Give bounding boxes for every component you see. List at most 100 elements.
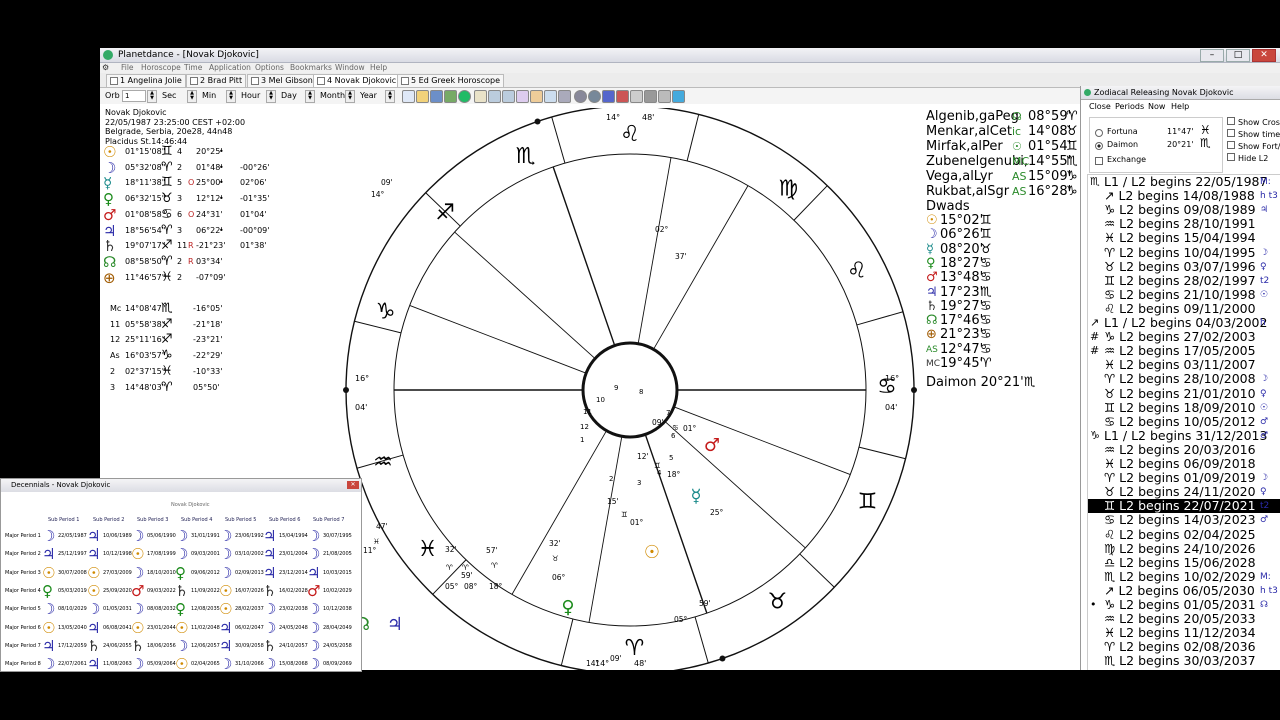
day-spinner[interactable]: ▲ ▼ bbox=[305, 90, 315, 103]
save-icon[interactable] bbox=[430, 90, 443, 103]
month-spinner[interactable]: ▲ ▼ bbox=[345, 90, 355, 103]
tab-novak-djokovic[interactable]: 4 Novak Djokovic bbox=[313, 74, 401, 87]
planet-row[interactable]: ☉ 01°15'08" ♊ 4 20°25' • bbox=[100, 143, 360, 161]
menu-horoscope[interactable]: Horoscope bbox=[141, 63, 181, 73]
menu-help[interactable]: Help bbox=[370, 63, 387, 73]
decennial-row[interactable]: Major Period 2 ♃ 25/12/1997 ♃ 10/12/1998 ☉ 17/… bbox=[1, 545, 361, 564]
zr-period-row[interactable]: ♉ L2 begins 03/07/1996 ♀ bbox=[1088, 259, 1280, 274]
zr-period-row[interactable]: ♑ L1 / L2 begins 31/12/2013 ♂ bbox=[1088, 428, 1280, 443]
zr-menu-now[interactable]: Now bbox=[1148, 101, 1165, 112]
maximize-button[interactable]: □ bbox=[1226, 49, 1250, 62]
hide-l2-checkbox[interactable] bbox=[1227, 153, 1235, 161]
menu-file[interactable]: File bbox=[121, 63, 134, 73]
angle-row[interactable]: 3 14°48'03" ♈ 05°50' bbox=[100, 380, 360, 396]
angle-row[interactable]: As 16°03'57" ♑ -22°29' bbox=[100, 348, 360, 364]
decennials-close-button[interactable]: ✕ bbox=[347, 481, 359, 489]
new-icon[interactable] bbox=[402, 90, 415, 103]
chart-icon[interactable] bbox=[530, 90, 543, 103]
menu-options[interactable]: Options bbox=[255, 63, 284, 73]
zr-period-row[interactable]: ♋ L2 begins 14/03/2023 ♂ bbox=[1088, 513, 1280, 527]
menu-application[interactable]: Application bbox=[209, 63, 251, 73]
settings-icon[interactable] bbox=[574, 90, 587, 103]
list-icon[interactable] bbox=[502, 90, 515, 103]
decennial-row[interactable]: Major Period 3 ☉ 30/07/2008 ☉ 27/03/2009 ☽ 18/… bbox=[1, 564, 361, 583]
zr-period-row[interactable]: ↗ L2 begins 14/08/1988 h t3 bbox=[1088, 189, 1280, 203]
decennial-row[interactable]: Major Period 7 ♃ 17/12/2059 ♄ 24/06/2055 ♄ 18/… bbox=[1, 637, 361, 656]
minimize-button[interactable]: – bbox=[1200, 49, 1224, 62]
zr-period-row[interactable]: ♊ L2 begins 18/09/2010 ☉ bbox=[1088, 400, 1280, 415]
zr-period-row[interactable]: ♈ L2 begins 10/04/1995 ☽ bbox=[1088, 245, 1280, 260]
menu-bookmarks[interactable]: Bookmarks bbox=[290, 63, 332, 73]
zr-period-row[interactable]: ♊ L2 begins 22/07/2021 t2 bbox=[1088, 499, 1280, 514]
menu-time[interactable]: Time bbox=[184, 63, 202, 73]
zr-period-row[interactable]: ♊ L2 begins 28/02/1997 t2 bbox=[1088, 273, 1280, 288]
zr-period-row[interactable]: ♓ L2 begins 03/11/2007 bbox=[1088, 358, 1280, 372]
zr-period-row[interactable]: ♉ L2 begins 21/01/2010 ♀ bbox=[1088, 386, 1280, 401]
table-icon[interactable] bbox=[488, 90, 501, 103]
min-spinner[interactable]: ▲ ▼ bbox=[226, 90, 236, 103]
copy-icon[interactable] bbox=[444, 90, 457, 103]
grid-icon[interactable] bbox=[516, 90, 529, 103]
show-cross-checkbox[interactable] bbox=[1227, 117, 1235, 125]
year-spinner[interactable]: ▲ ▼ bbox=[385, 90, 395, 103]
zr-period-list[interactable]: ♏ L1 / L2 begins 22/05/1987 M: ↗ L2 begins … bbox=[1087, 174, 1280, 670]
mdi-icon[interactable]: ⚙ bbox=[102, 63, 109, 73]
horoscope-wheel[interactable]: ♌♍♌♋♊♉♈♓♒♑♐♏14° 48'14° 48'16°04'16°04'9 810… bbox=[340, 108, 920, 670]
hour-spinner[interactable]: ▲ ▼ bbox=[266, 90, 276, 103]
wheel-planet-icon[interactable]: ☿ bbox=[690, 486, 701, 507]
zr-menu-periods[interactable]: Periods bbox=[1115, 101, 1144, 112]
close-button[interactable]: ✕ bbox=[1252, 49, 1276, 62]
angle-row[interactable]: 12 25°11'16" ♐ -23°21' bbox=[100, 332, 360, 348]
wheel-planet-icon[interactable]: ☉ bbox=[644, 542, 660, 563]
zr-period-row[interactable]: ♑ L2 begins 09/08/1989 ♃ bbox=[1088, 203, 1280, 217]
printer-icon[interactable] bbox=[644, 90, 657, 103]
zr-period-row[interactable]: ♒ L2 begins 28/10/1991 bbox=[1088, 217, 1280, 231]
tab-mel-gibson[interactable]: 3 Mel Gibson bbox=[247, 74, 317, 87]
planet-row[interactable]: ♀ 06°32'15" ♉ 3 12°12' • -01°35' bbox=[100, 190, 360, 208]
planet-row[interactable]: ♂ 01°08'58" ♋ 6 O 24°31' 01°04' bbox=[100, 206, 360, 224]
zr-period-row[interactable]: ♌ L2 begins 02/04/2025 bbox=[1088, 527, 1280, 542]
zr-period-row[interactable]: ♒ L2 begins 20/03/2016 bbox=[1088, 442, 1280, 457]
zr-period-row[interactable]: # ♑ L2 begins 27/02/2003 bbox=[1088, 330, 1280, 344]
angle-row[interactable]: Mc 14°08'47" ♏ -16°05' bbox=[100, 301, 360, 317]
decennial-row[interactable]: Major Period 5 ☽ 08/10/2029 ☽ 01/05/2031 ☽ 08/… bbox=[1, 600, 361, 619]
zr-period-row[interactable]: ♉ L2 begins 24/11/2020 ♀ bbox=[1088, 485, 1280, 499]
sec-spinner[interactable]: ▲ ▼ bbox=[187, 90, 197, 103]
wheel-planet-icon[interactable]: ♀ bbox=[561, 597, 574, 618]
help-icon[interactable] bbox=[672, 90, 685, 103]
planets-icon[interactable] bbox=[616, 90, 629, 103]
zr-period-row[interactable]: ♈ L2 begins 28/10/2008 ☽ bbox=[1088, 372, 1280, 386]
report-icon[interactable] bbox=[544, 90, 557, 103]
zr-period-row[interactable]: ♈ L2 begins 01/09/2019 ☽ bbox=[1088, 471, 1280, 485]
wheel-planet-icon[interactable]: ♂ bbox=[704, 435, 720, 456]
zr-period-row[interactable]: # ♒ L2 begins 17/05/2005 bbox=[1088, 344, 1280, 358]
options-icon[interactable] bbox=[588, 90, 601, 103]
exchange-checkbox[interactable] bbox=[1095, 157, 1103, 165]
zr-period-row[interactable]: • ♑ L2 begins 01/05/2031 ☊ bbox=[1088, 598, 1280, 612]
zr-period-row[interactable]: ♓ L2 begins 11/12/2034 bbox=[1088, 626, 1280, 640]
orb-spinner[interactable]: ▲ ▼ bbox=[147, 90, 157, 103]
angle-row[interactable]: 11 05°58'38" ♐ -21°18' bbox=[100, 317, 360, 333]
tab-brad-pitt[interactable]: 2 Brad Pitt bbox=[186, 74, 247, 87]
planet-row[interactable]: ☽ 05°32'08" ♈ 2 01°48' • -00°26' bbox=[100, 159, 360, 177]
tab-ed-greek-horoscope[interactable]: 5 Ed Greek Horoscope bbox=[397, 74, 505, 87]
zr-period-row[interactable]: ♒ L2 begins 20/05/2033 bbox=[1088, 612, 1280, 626]
planet-row[interactable]: ☊ 08°58'50" ♈ 2 R 03°34' bbox=[100, 253, 360, 271]
decennial-row[interactable]: Major Period 6 ☉ 13/05/2040 ♃ 06/08/2041 ☉ 23/… bbox=[1, 619, 361, 638]
show-fort-checkbox[interactable] bbox=[1227, 141, 1235, 149]
zr-period-row[interactable]: ♋ L2 begins 21/10/1998 ☉ bbox=[1088, 287, 1280, 302]
open-icon[interactable] bbox=[416, 90, 429, 103]
aspects-icon[interactable] bbox=[602, 90, 615, 103]
planet-row[interactable]: ⊕ 11°46'57" ♓ 2 -07°09' bbox=[100, 269, 360, 287]
decennial-row[interactable]: Major Period 4 ♀ 05/03/2019 ☉ 25/09/2020 ♂ 09/… bbox=[1, 582, 361, 601]
tools-icon[interactable] bbox=[658, 90, 671, 103]
zr-period-row[interactable]: ♏ L2 begins 10/02/2029 M: bbox=[1088, 569, 1280, 584]
zr-period-row[interactable]: ♏ L2 begins 30/03/2037 bbox=[1088, 654, 1280, 668]
zr-period-row[interactable]: ♍ L2 begins 24/10/2026 bbox=[1088, 541, 1280, 556]
planet-row[interactable]: ♄ 19°07'17" ♐ 11 R -21°23' 01°38' bbox=[100, 237, 360, 255]
zr-period-row[interactable]: ♈ L2 begins 02/08/2036 bbox=[1088, 640, 1280, 654]
print-icon[interactable] bbox=[630, 90, 643, 103]
planet-row[interactable]: ☿ 18°11'38" ♊ 5 O 25°00' • 02°06' bbox=[100, 174, 360, 192]
zr-period-row[interactable]: ↗ L1 / L2 begins 04/03/2002 h bbox=[1088, 316, 1280, 330]
decennial-row[interactable]: Major Period 8 ☽ 22/07/2061 ♃ 11/08/2063 ☽ 05/… bbox=[1, 655, 361, 671]
